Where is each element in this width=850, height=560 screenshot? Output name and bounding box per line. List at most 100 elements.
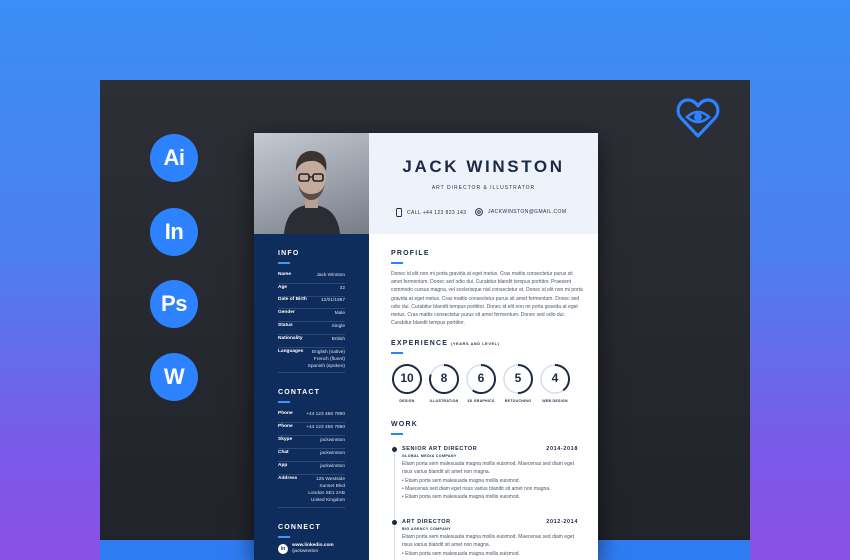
info-row: Gender Male [278,310,345,322]
contact-key: Phone [278,411,293,416]
info-value: 12/01/1987 [320,298,345,303]
contact-key: App [278,463,288,468]
contact-row: App jackwinston [278,463,345,475]
job-bullet: • Etiam porta sem malesuada magna mollis… [402,551,520,557]
info-key: Name [278,272,292,277]
skill-value: 10 [400,371,414,385]
contact-row: Address 125 Westside Sunset Blvd London S… [278,476,345,508]
info-key: Age [278,285,288,290]
profile-underline [391,262,403,264]
contact-key: Skype [278,437,293,442]
experience-subheading: (YEARS AND LEVEL) [451,342,500,346]
contact-key: Chat [278,450,289,455]
job-title: ART DIRECTOR [402,519,451,525]
linkedin-icon: in [278,544,288,554]
job-bullet: • Etiam porta sem malesuada magna mollis… [402,478,520,484]
contact-row: Phone +44 123 456 7890 [278,424,345,436]
contact-value: jackwinston [320,438,345,443]
work-heading: WORK [391,421,418,428]
contact-row: Phone +44 123 456 7890 [278,411,345,423]
info-key: Gender [278,310,295,315]
info-value: Jack Winston [316,273,345,278]
indesign-icon: In [150,208,198,256]
skill-value: 8 [440,371,448,385]
info-key: Nationality [278,336,303,341]
word-icon: W [150,353,198,401]
job-bullet-text: Etiam porta sem malesuada magna mollis e… [405,551,520,557]
work-underline [391,433,403,435]
job-bullet: • Maecenas sed diam eget risus varius bl… [402,486,551,492]
job-years: 2012-2014 [546,519,578,525]
resume-title: ART DIRECTOR & ILLUSTRATOR [431,185,536,191]
info-key: Date of Birth [278,297,307,302]
skill-gauge: 8 ILLUSTRATION [428,363,460,403]
info-value: British [331,337,345,342]
photoshop-icon: Ps [150,280,198,328]
info-heading: INFO [278,250,300,257]
job-marker [392,520,397,525]
job-bullet-text: Etiam porta sem malesuada magna mollis e… [405,478,520,484]
info-row: Age 32 [278,285,345,297]
skill-gauge: 5 RETOUCHING [502,363,534,403]
info-value: English (native) French (fluent) Spanish… [307,350,345,369]
skill-gauge: 4 WEB DESIGN [539,363,571,403]
work-timeline [394,445,395,560]
linkedin-handle: /jackwinston [292,549,319,554]
contact-value: jackwinston [320,464,345,469]
resume-name: JACK WINSTON [402,157,565,176]
linkedin-link[interactable]: in www.linkedin.com /jackwinston [278,543,334,555]
illustrator-icon: Ai [150,134,198,182]
job-bullet-text: Etiam porta sem malesuada magna mollis e… [405,494,520,500]
info-value: Single [331,324,345,329]
contact-row: Skype jackwinston [278,437,345,449]
info-row: Date of Birth 12/01/1987 [278,297,345,309]
job-title: SENIOR ART DIRECTOR [402,446,478,452]
header-phone-text: CALL +44 123 823 143 [407,209,467,216]
job-company: BIG AGENCY COMPANY [402,527,451,531]
contact-key: Phone [278,424,293,429]
info-row: Name Jack Winston [278,272,345,284]
experience-underline [391,352,403,354]
skill-gauge: 10 DESIGN [391,363,423,403]
resume-document: JACK WINSTON ART DIRECTOR & ILLUSTRATOR … [254,133,598,560]
job-description: Etiam porta sem malesuada magna mollis e… [402,534,575,548]
phone-icon [396,208,402,217]
connect-heading: CONNECT [278,524,322,531]
job-description: Etiam porta sem malesuada magna mollis e… [402,461,575,475]
photoshop-label: Ps [161,291,187,316]
contact-value: jackwinston [320,451,345,456]
resume-sidebar: INFO Name Jack Winston Age 32 Date of Birt… [254,234,369,560]
info-value: Male [334,311,345,316]
contact-heading: CONTACT [278,389,321,396]
info-value: 32 [339,286,345,291]
info-key: Languages [278,349,304,354]
job-marker [392,447,397,452]
illustrator-label: Ai [163,145,186,170]
experience-heading: EXPERIENCE (YEARS AND LEVEL) [391,340,499,347]
resume-header: JACK WINSTON ART DIRECTOR & ILLUSTRATOR … [369,133,598,234]
header-phone: CALL +44 123 823 143 [396,208,466,217]
skill-value: 4 [551,371,559,385]
info-row: Nationality British [278,336,345,348]
at-icon [475,208,483,216]
profile-text: Donec id elit non mi porta gravida at eg… [391,271,583,327]
connect-underline [278,536,290,538]
resume-main: PROFILE Donec id elit non mi porta gravi… [369,234,598,560]
skill-label: WEB DESIGN [542,399,568,403]
indesign-label: In [164,219,184,244]
word-label: W [163,364,185,389]
job-company: GLOBAL MEDIA COMPANY [402,454,457,458]
profile-heading: PROFILE [391,250,430,257]
heart-eye-logo-icon [676,98,720,138]
header-email: JACKWINSTON@GMAIL.COM [475,208,566,216]
job-years: 2014-2018 [546,446,578,452]
profile-photo [254,133,369,234]
contact-value: +44 123 456 7890 [306,412,345,417]
contact-key: Address [278,476,298,481]
job-bullet: • Etiam porta sem malesuada magna mollis… [402,494,520,500]
job-bullet-text: Maecenas sed diam eget risus varius blan… [405,486,551,492]
contact-value: 125 Westside Sunset Blvd London SE1 2AB … [308,477,345,503]
info-row: Languages English (native) French (fluent… [278,349,345,373]
skill-value: 5 [514,371,522,385]
skill-gauge: 6 3D GRAPHICS [465,363,497,403]
